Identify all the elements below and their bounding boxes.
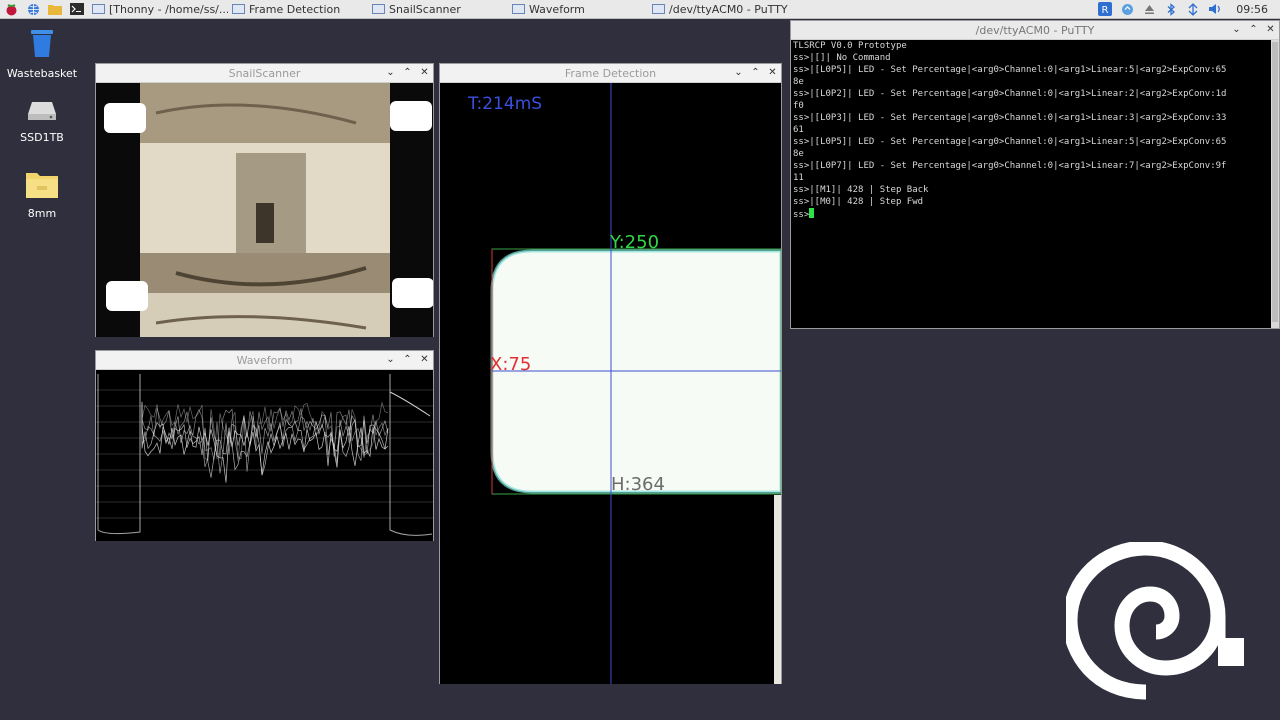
terminal-line: ss>|[L0P5]| LED - Set Percentage|<arg0>C…: [793, 137, 1227, 147]
terminal-prompt-line: ss>: [793, 208, 1271, 221]
putty-titlebar[interactable]: /dev/ttyACM0 - PuTTY ⌄ ⌃ ✕: [791, 21, 1279, 40]
y-position-label: Y:250: [609, 232, 659, 253]
folder-icon: [2, 170, 82, 201]
desktop-icon-8mm[interactable]: 8mm: [2, 170, 82, 220]
terminal-line: ss>|[M0]| 428 | Step Fwd: [793, 197, 924, 207]
waveform-titlebar[interactable]: Waveform ⌄ ⌃ ✕: [96, 351, 433, 370]
terminal-line: 11: [793, 173, 804, 183]
x-position-label: X:75: [490, 354, 531, 375]
terminal-line: ss>|[M1]| 428 | Step Back: [793, 185, 929, 195]
terminal-line: ss>|[L0P2]| LED - Set Percentage|<arg0>C…: [793, 89, 1227, 99]
frame-detection-titlebar[interactable]: Frame Detection ⌄ ⌃ ✕: [440, 64, 781, 83]
svg-text:R: R: [1102, 5, 1109, 16]
height-label: H:364: [611, 474, 665, 495]
network-icon[interactable]: [1185, 2, 1201, 16]
folder-icon[interactable]: [47, 2, 63, 16]
maximize-button[interactable]: ⌃: [1249, 21, 1258, 39]
terminal-line: ss>|[L0P5]| LED - Set Percentage|<arg0>C…: [793, 65, 1227, 75]
drive-icon: [2, 100, 82, 125]
terminal-line: 61: [793, 125, 804, 135]
terminal-line: ss>|[L0P3]| LED - Set Percentage|<arg0>C…: [793, 113, 1227, 123]
clock[interactable]: 09:56: [1236, 3, 1268, 16]
update-icon[interactable]: [1119, 2, 1135, 16]
close-button[interactable]: ✕: [420, 64, 429, 82]
terminal-line: ss>|[L0P7]| LED - Set Percentage|<arg0>C…: [793, 161, 1227, 171]
terminal-output[interactable]: TLSRCP V0.0 Prototype ss>|[]| No Command s…: [792, 40, 1271, 328]
waveform-window: Waveform ⌄ ⌃ ✕: [95, 350, 434, 541]
volume-icon[interactable]: [1207, 2, 1223, 16]
terminal-line: TLSRCP V0.0 Prototype: [793, 41, 907, 51]
window-icon: [372, 4, 385, 14]
terminal-icon[interactable]: [69, 2, 85, 16]
text-cursor: [809, 208, 815, 218]
putty-window: /dev/ttyACM0 - PuTTY ⌄ ⌃ ✕ TLSRCP V0.0 P…: [790, 20, 1280, 329]
frame-detection-view: T:214mS Y:250 X:75 H:364: [440, 83, 781, 684]
task-frame-detection[interactable]: Frame Detection: [228, 0, 368, 18]
minimize-button[interactable]: ⌄: [386, 64, 395, 82]
snailscanner-window: SnailScanner ⌄ ⌃ ✕: [95, 63, 434, 337]
desktop-icon-ssd1tb[interactable]: SSD1TB: [2, 100, 82, 144]
terminal-line: 8e: [793, 77, 804, 87]
putty-icon: [652, 4, 665, 14]
minimize-button[interactable]: ⌄: [386, 351, 395, 369]
eject-icon[interactable]: [1141, 2, 1157, 16]
minimize-button[interactable]: ⌄: [734, 64, 743, 82]
film-preview: [96, 83, 433, 337]
terminal-line: 8e: [793, 149, 804, 159]
scrollbar-thumb[interactable]: [1272, 42, 1278, 322]
minimize-button[interactable]: ⌄: [1232, 21, 1241, 39]
task-putty[interactable]: /dev/ttyACM0 - PuTTY: [648, 0, 788, 18]
window-icon: [512, 4, 525, 14]
terminal-line: ss>|[]| No Command: [793, 53, 891, 63]
raspberry-icon[interactable]: [3, 2, 19, 16]
task-snailscanner[interactable]: SnailScanner: [368, 0, 508, 18]
maximize-button[interactable]: ⌃: [403, 64, 412, 82]
close-button[interactable]: ✕: [420, 351, 429, 369]
terminal-scrollbar[interactable]: [1271, 40, 1279, 328]
wastebasket-icon: [2, 28, 82, 61]
snailscanner-titlebar[interactable]: SnailScanner ⌄ ⌃ ✕: [96, 64, 433, 83]
maximize-button[interactable]: ⌃: [403, 351, 412, 369]
close-button[interactable]: ✕: [1266, 21, 1275, 39]
terminal-line: f0: [793, 101, 804, 111]
realvnc-icon[interactable]: R: [1097, 2, 1113, 16]
frame-detection-window: Frame Detection ⌄ ⌃ ✕ T:214mS Y:250 X:75…: [439, 63, 782, 684]
taskbar: [Thonny - /home/ss/... Frame Detection S…: [0, 0, 1280, 19]
task-thonny[interactable]: [Thonny - /home/ss/...: [88, 0, 228, 18]
timing-label: T:214mS: [467, 94, 542, 114]
window-icon: [232, 4, 245, 14]
globe-icon[interactable]: [25, 2, 41, 16]
snail-logo: [1066, 542, 1244, 700]
waveform-plot: [96, 370, 433, 541]
desktop-icon-wastebasket[interactable]: Wastebasket: [2, 28, 82, 80]
bluetooth-icon[interactable]: [1163, 2, 1179, 16]
task-waveform[interactable]: Waveform: [508, 0, 648, 18]
close-button[interactable]: ✕: [768, 64, 777, 82]
system-tray: R 09:56: [1094, 0, 1280, 18]
maximize-button[interactable]: ⌃: [751, 64, 760, 82]
window-icon: [92, 4, 105, 14]
terminal-prompt: ss>: [793, 210, 810, 220]
